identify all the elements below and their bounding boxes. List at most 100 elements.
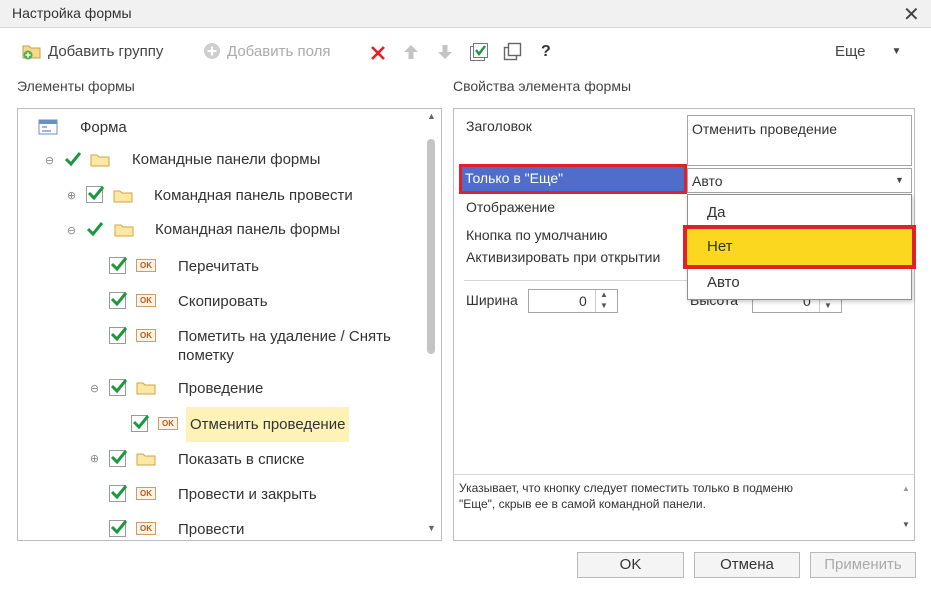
checkmark-icon [110, 450, 128, 465]
chevron-down-icon[interactable]: ▼ [895, 175, 904, 185]
checkbox[interactable] [109, 292, 128, 309]
title-prop-value: Отменить проведение [692, 121, 838, 137]
checkbox[interactable] [86, 186, 105, 203]
ok-button[interactable]: OK [577, 552, 684, 578]
tree-item-form[interactable]: Форма [38, 118, 127, 137]
expand-icon[interactable]: ⊕ [66, 191, 77, 203]
delete-icon[interactable] [369, 44, 387, 62]
tree-item-label: Проведение [178, 380, 264, 397]
chevron-down-icon: ▼ [891, 46, 902, 57]
element-properties-header: Свойства элемента формы [453, 78, 632, 94]
title-prop-label: Заголовок [466, 118, 532, 134]
command-icon: OK [136, 329, 156, 342]
checkmark-icon [110, 485, 128, 500]
expand-icon[interactable]: ⊕ [89, 454, 100, 466]
tree-item-label: Командные панели формы [132, 151, 321, 168]
only-more-value: Авто [692, 173, 723, 189]
command-icon: OK [136, 294, 156, 307]
tree-item-label: Перечитать [178, 258, 259, 275]
cancel-button[interactable]: Отмена [694, 552, 800, 578]
tree-item-label: Пометить на удаление / Снять [178, 328, 391, 345]
checkmark-icon [87, 186, 105, 201]
hint-line-1: Указывает, что кнопку следует поместить … [459, 481, 794, 495]
checkbox[interactable] [109, 450, 128, 467]
folder-icon [136, 382, 156, 395]
spin-up-icon[interactable]: ▲ [600, 290, 608, 299]
checkbox[interactable] [131, 415, 150, 432]
collapse-icon[interactable]: ⊖ [66, 226, 77, 238]
checkmark-icon [110, 379, 128, 394]
checkbox[interactable] [109, 327, 128, 344]
spin-down-icon[interactable]: ▼ [600, 301, 608, 310]
hint-line-2: "Еще", скрыв ее в самой командной панели… [459, 497, 706, 511]
add-fields-button[interactable]: Добавить поля [203, 42, 330, 60]
tree-item-command-panel-form[interactable]: Командная панель формы [86, 220, 340, 239]
folder-icon [113, 190, 133, 203]
help-icon[interactable]: ? [541, 43, 551, 61]
width-prop-label: Ширина [466, 292, 518, 308]
dropdown-option-no: Нет [707, 238, 733, 255]
hint-scroll-down-icon[interactable]: ▼ [902, 520, 910, 529]
arrow-up-icon[interactable] [403, 43, 419, 61]
check-icon [86, 222, 104, 237]
scroll-down-icon[interactable]: ▼ [427, 523, 436, 533]
form-elements-tree[interactable]: Форма ⊖ Командные панели формы ⊕ Командн… [17, 108, 442, 541]
window-title: Настройка формы [12, 5, 132, 21]
copy-icon[interactable] [503, 42, 523, 62]
tree-item-copy[interactable]: OK Скопировать [109, 292, 268, 311]
title-prop-input[interactable]: Отменить проведение [687, 115, 912, 166]
collapse-icon[interactable]: ⊖ [44, 156, 55, 168]
hint-scroll-up-icon[interactable]: ▲ [902, 484, 910, 493]
apply-button[interactable]: Применить [810, 552, 916, 578]
tree-item-label: Форма [80, 119, 127, 136]
add-group-button[interactable]: Добавить группу [22, 42, 163, 60]
tree-item-cancel-posting[interactable]: OK Отменить проведение [131, 407, 350, 442]
only-more-select[interactable]: Авто ▼ [687, 168, 912, 193]
more-label: Еще [835, 43, 866, 60]
check-icon [64, 152, 82, 167]
display-prop-label: Отображение [466, 199, 556, 215]
tree-item-label-line2: пометку [178, 347, 234, 364]
tree-item-post[interactable]: OK Провести [109, 520, 244, 539]
close-icon[interactable]: ✕ [903, 2, 920, 27]
checkmark-icon [110, 292, 128, 307]
dropdown-option-yes[interactable]: Да [688, 204, 911, 221]
check-all-icon[interactable] [469, 42, 489, 62]
dropdown-option-auto[interactable]: Авто [688, 274, 911, 291]
activate-prop-label: Активизировать при открытии [466, 249, 661, 265]
scroll-thumb[interactable] [427, 139, 435, 354]
dropdown-option-no-highlighted[interactable]: Нет [683, 225, 916, 269]
window-titlebar: Настройка формы ✕ [0, 0, 931, 28]
folder-icon [114, 224, 134, 237]
checkbox[interactable] [109, 379, 128, 396]
spin-down-icon[interactable]: ▼ [824, 301, 832, 310]
default-button-prop-label: Кнопка по умолчанию [466, 227, 608, 243]
collapse-icon[interactable]: ⊖ [89, 384, 100, 396]
only-more-selected-row[interactable]: Только в "Еще" [462, 167, 684, 191]
tree-item-post-close[interactable]: OK Провести и закрыть [109, 485, 317, 504]
tree-item-reread[interactable]: OK Перечитать [109, 257, 259, 276]
command-icon: OK [136, 522, 156, 535]
tree-item-label: Отменить проведение [186, 407, 350, 442]
tree-item-command-panels[interactable]: Командные панели формы [64, 150, 320, 169]
form-icon [38, 119, 58, 135]
checkmark-icon [132, 415, 150, 430]
checkmark-icon [110, 520, 128, 535]
hint-text: Указывает, что кнопку следует поместить … [459, 480, 889, 512]
checkbox[interactable] [109, 257, 128, 274]
tree-scrollbar[interactable]: ▲ ▼ [426, 111, 436, 538]
checkmark-icon [110, 257, 128, 272]
tree-item-mark-delete[interactable]: OK Пометить на удаление / Снять пометку [109, 327, 391, 365]
width-input[interactable]: 0 ▲ ▼ [528, 289, 618, 313]
arrow-down-icon[interactable] [437, 43, 453, 61]
folder-icon [136, 453, 156, 466]
folder-add-icon [22, 45, 41, 60]
tree-item-command-panel-post[interactable]: Командная панель провести [86, 186, 353, 205]
scroll-up-icon[interactable]: ▲ [427, 111, 436, 121]
checkbox[interactable] [109, 520, 128, 537]
tree-item-show-in-list[interactable]: Показать в списке [109, 450, 305, 469]
checkbox[interactable] [109, 485, 128, 502]
add-group-label: Добавить группу [48, 42, 164, 60]
more-menu-button[interactable]: Еще ▼ [835, 43, 901, 60]
tree-item-posting[interactable]: Проведение [109, 379, 263, 398]
